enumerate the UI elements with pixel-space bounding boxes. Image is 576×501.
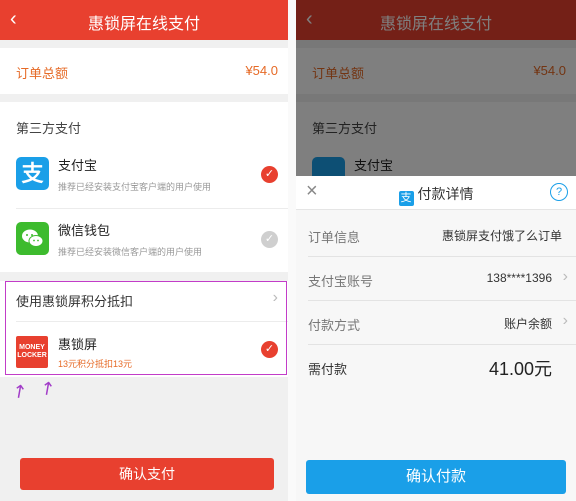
- alipay-confirm-screen: ‹ 惠锁屏在线支付 订单总额 ¥54.0 第三方支付 支付宝 × 支付款详情 ?…: [296, 0, 576, 501]
- payment-method-alipay[interactable]: 支 支付宝 推荐已经安装支付宝客户端的用户使用 ✓: [0, 147, 288, 203]
- alipay-icon: 支: [398, 191, 414, 206]
- method-desc: 推荐已经安装支付宝客户端的用户使用: [58, 182, 212, 192]
- row-label: 支付宝账号: [308, 274, 374, 289]
- payment-method-wechat[interactable]: 微信钱包 推荐已经安装微信客户端的用户使用 ✓: [0, 212, 288, 268]
- row-label: 订单信息: [308, 230, 361, 245]
- payment-screen: ‹ 惠锁屏在线支付 订单总额 ¥54.0 第三方支付 支 支付宝 推荐已经安装支…: [0, 0, 288, 501]
- method-name: 支付宝: [58, 158, 98, 173]
- page-title: 惠锁屏在线支付: [87, 16, 200, 33]
- amount-due-row: 需付款 41.00元: [296, 345, 576, 389]
- divider: [16, 208, 288, 209]
- account-row[interactable]: 支付宝账号 138****1396 ›: [296, 257, 576, 301]
- order-total-label: 订单总额: [16, 66, 69, 81]
- chevron-right-icon: ›: [562, 312, 568, 329]
- confirm-payment-button[interactable]: 确认付款: [306, 460, 566, 494]
- sheet-title: 支付款详情: [398, 186, 474, 206]
- due-value: 41.00元: [488, 359, 552, 379]
- wechat-icon: [16, 222, 49, 255]
- section-title: 第三方支付: [16, 121, 82, 136]
- row-value: 138****1396: [486, 271, 552, 285]
- order-info-row: 订单信息 惠锁屏支付饿了么订单: [296, 213, 576, 257]
- row-value: 账户余额: [503, 317, 552, 331]
- method-desc: 推荐已经安装微信客户端的用户使用: [58, 247, 203, 257]
- row-label: 付款方式: [308, 318, 361, 333]
- chevron-right-icon: ›: [562, 268, 568, 285]
- unselected-check-icon[interactable]: ✓: [261, 231, 278, 248]
- annotation-arrow-icon: ↗: [35, 375, 60, 401]
- due-label: 需付款: [308, 362, 348, 377]
- highlight-box: [5, 281, 287, 375]
- payment-method-row[interactable]: 付款方式 账户余额 ›: [296, 301, 576, 345]
- third-party-payment-section: 第三方支付 支 支付宝 推荐已经安装支付宝客户端的用户使用 ✓ 微信钱包 推荐已…: [0, 102, 288, 272]
- row-value: 惠锁屏支付饿了么订单: [441, 229, 562, 243]
- method-name: 微信钱包: [58, 223, 111, 238]
- order-total-row: 订单总额 ¥54.0: [0, 48, 288, 94]
- top-bar: ‹ 惠锁屏在线支付: [0, 0, 288, 40]
- annotation-arrow-icon: ↗: [7, 378, 32, 404]
- alipay-icon: 支: [16, 157, 49, 190]
- order-total-amount: ¥54.0: [245, 63, 278, 78]
- payment-details-sheet: × 支付款详情 ? 订单信息 惠锁屏支付饿了么订单 支付宝账号 138****1…: [296, 176, 576, 501]
- help-icon[interactable]: ?: [550, 183, 568, 201]
- sheet-header: × 支付款详情 ?: [296, 176, 576, 210]
- confirm-pay-button[interactable]: 确认支付: [20, 458, 274, 490]
- panel-gap: [288, 0, 296, 501]
- selected-check-icon[interactable]: ✓: [261, 166, 278, 183]
